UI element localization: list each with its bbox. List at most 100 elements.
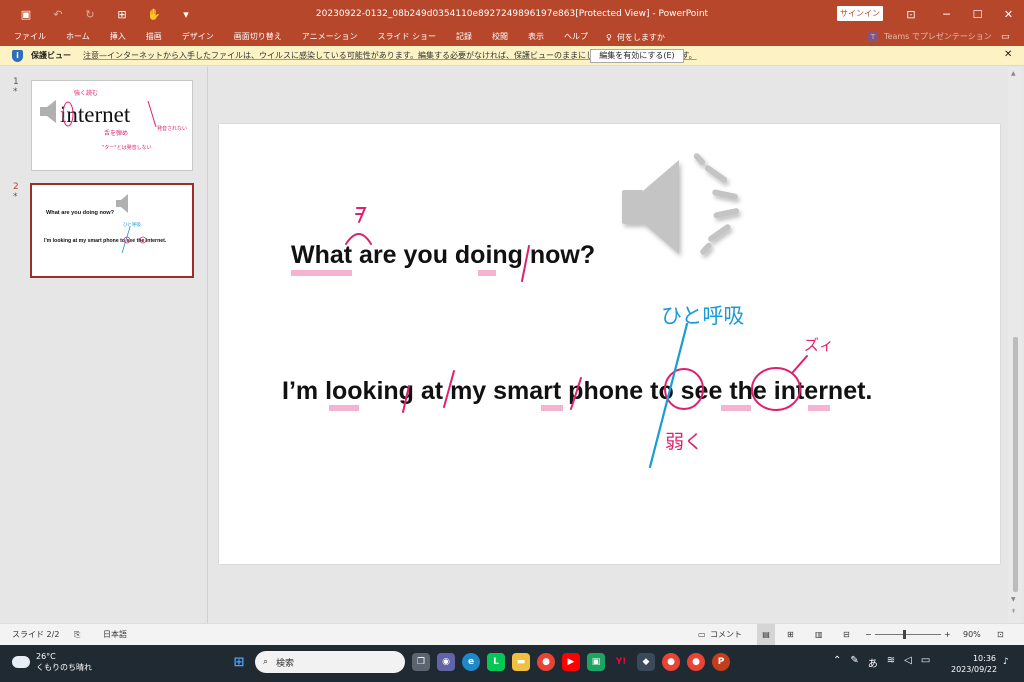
customize-qat-icon[interactable]: ▾ bbox=[170, 0, 202, 28]
clock[interactable]: 10:36 2023/09/22 bbox=[951, 653, 997, 675]
wifi-icon[interactable]: ≋ bbox=[887, 655, 895, 670]
tell-me-label: 何をしますか bbox=[616, 32, 665, 42]
thumbnail-2-line1: What are you doing now? bbox=[46, 210, 115, 216]
chevron-up-icon[interactable]: ⌃ bbox=[833, 655, 841, 670]
protected-view-title: 保護ビュー bbox=[31, 51, 71, 60]
reading-view-icon[interactable]: ▥ bbox=[815, 624, 823, 646]
thumbnail-2-line2: I'm looking at my smart phone to see the… bbox=[44, 238, 167, 244]
speaker-icon bbox=[116, 194, 128, 213]
normal-view-icon[interactable]: ▤ bbox=[757, 624, 775, 646]
search-box[interactable]: ⌕ 検索 bbox=[255, 651, 405, 673]
present-icon[interactable]: ⊞ bbox=[106, 0, 138, 28]
slide-sorter-icon[interactable]: ⊞ bbox=[787, 624, 794, 646]
tab-draw[interactable]: 描画 bbox=[136, 28, 172, 46]
thumbnail-1-note: 発音されない bbox=[157, 125, 187, 132]
line-icon[interactable]: L bbox=[487, 653, 505, 671]
weather-widget[interactable]: 26°C くもりのち晴れ bbox=[12, 651, 92, 673]
comments-icon[interactable]: ▭ bbox=[698, 624, 706, 646]
tab-review[interactable]: 校閲 bbox=[482, 28, 518, 46]
slide-thumbnail-2[interactable]: What are you doing now? I'm looking at m… bbox=[30, 183, 194, 278]
scrollbar-thumb[interactable] bbox=[1013, 337, 1018, 592]
zoom-out-button[interactable]: − bbox=[865, 624, 872, 646]
tab-home[interactable]: ホーム bbox=[56, 28, 100, 46]
previous-slide-icon[interactable]: ⇞ bbox=[1011, 608, 1016, 615]
thumbnail-1-note: "ター"とは発音しない bbox=[102, 144, 152, 151]
volume-icon[interactable]: ◁ bbox=[904, 655, 912, 670]
tab-file[interactable]: ファイル bbox=[0, 28, 56, 46]
vertical-scrollbar[interactable]: ▲ ▼ ⇞ bbox=[1008, 67, 1022, 623]
enable-editing-button[interactable]: 編集を有効にする(E) bbox=[590, 49, 684, 63]
scroll-down-icon[interactable]: ▼ bbox=[1011, 596, 1016, 603]
meet-icon[interactable]: ▣ bbox=[587, 653, 605, 671]
slide-editor: What are you doing now? I’m looking at m… bbox=[209, 67, 1008, 623]
signin-button[interactable]: サインイン bbox=[837, 6, 883, 21]
app-icon[interactable]: ◆ bbox=[637, 653, 655, 671]
notification-icon[interactable]: ♪ bbox=[1003, 657, 1009, 667]
tab-slideshow[interactable]: スライド ショー bbox=[367, 28, 446, 46]
thumbnail-star: * bbox=[13, 87, 18, 97]
tab-insert[interactable]: 挿入 bbox=[100, 28, 136, 46]
tab-help[interactable]: ヘルプ bbox=[554, 28, 598, 46]
tab-animations[interactable]: アニメーション bbox=[292, 28, 368, 46]
battery-icon[interactable]: ▭ bbox=[921, 655, 930, 670]
edge-icon[interactable]: e bbox=[462, 653, 480, 671]
maximize-button[interactable]: ☐ bbox=[962, 0, 993, 28]
annotation-zui: ズィ bbox=[804, 336, 834, 354]
fit-to-window-icon[interactable]: ⊡ bbox=[997, 624, 1004, 646]
thumbnail-2-drawing: What are you doing now? I'm looking at m… bbox=[44, 194, 167, 254]
redo-icon[interactable]: ↻ bbox=[74, 0, 106, 28]
thumbnail-1-word: internet bbox=[60, 102, 131, 127]
pen-icon[interactable]: ✎ bbox=[850, 655, 858, 670]
shield-icon: i bbox=[12, 49, 23, 62]
tell-me-search[interactable]: ♀ 何をしますか bbox=[598, 32, 665, 43]
save-icon[interactable]: ▣ bbox=[10, 0, 42, 28]
lightbulb-icon: ♀ bbox=[606, 32, 612, 42]
cloud-icon bbox=[12, 656, 30, 668]
slide-canvas[interactable]: What are you doing now? I’m looking at m… bbox=[219, 124, 1000, 564]
zoom-slider-knob[interactable] bbox=[903, 630, 906, 639]
tab-record[interactable]: 記録 bbox=[446, 28, 482, 46]
youtube-icon[interactable]: ▶ bbox=[562, 653, 580, 671]
accessibility-icon[interactable]: ⎘ bbox=[74, 624, 80, 646]
touch-mode-icon[interactable]: ✋ bbox=[138, 0, 170, 28]
tab-design[interactable]: デザイン bbox=[172, 28, 224, 46]
tab-view[interactable]: 表示 bbox=[518, 28, 554, 46]
language-indicator[interactable]: 日本語 bbox=[103, 624, 127, 646]
search-placeholder: 検索 bbox=[276, 658, 295, 669]
ribbon-tabs: ファイル ホーム 挿入 描画 デザイン 画面切り替え アニメーション スライド … bbox=[0, 28, 1024, 46]
scroll-up-icon[interactable]: ▲ bbox=[1011, 70, 1016, 77]
close-icon[interactable]: ✕ bbox=[1004, 49, 1012, 60]
comments-button[interactable]: コメント bbox=[710, 624, 742, 646]
title-bar: ▣ ↶ ↻ ⊞ ✋ ▾ 20230922-0132_08b249d0354110… bbox=[0, 0, 1024, 28]
zoom-slider[interactable] bbox=[875, 634, 941, 635]
slide-thumbnail-1[interactable]: internet 強く読む 発音されない 舌を弾め "ター"とは発音しない bbox=[31, 80, 193, 171]
slide-indicator: スライド 2/2 bbox=[12, 630, 60, 639]
file-explorer-icon[interactable]: ▬ bbox=[512, 653, 530, 671]
start-icon[interactable]: ⊞ bbox=[230, 653, 248, 671]
ime-indicator[interactable]: あ bbox=[868, 655, 878, 670]
thumbnail-number: 1 bbox=[13, 77, 19, 87]
chrome-profile-icon[interactable]: ● bbox=[662, 653, 680, 671]
chrome-profile-icon[interactable]: ● bbox=[687, 653, 705, 671]
chrome-icon[interactable]: ● bbox=[537, 653, 555, 671]
yahoo-icon[interactable]: Y! bbox=[612, 653, 630, 671]
tab-transitions[interactable]: 画面切り替え bbox=[224, 28, 292, 46]
thumbnail-1-note: 強く読む bbox=[74, 89, 98, 97]
undo-icon[interactable]: ↶ bbox=[42, 0, 74, 28]
powerpoint-icon[interactable]: P bbox=[712, 653, 730, 671]
zoom-in-button[interactable]: + bbox=[944, 624, 951, 646]
close-button[interactable]: ✕ bbox=[993, 0, 1024, 28]
ribbon-display-icon[interactable]: ⊡ bbox=[891, 0, 931, 28]
annotation-weak: 弱く bbox=[665, 431, 703, 453]
slideshow-icon[interactable]: ⊟ bbox=[843, 624, 850, 646]
teams-present-button[interactable]: T Teams でプレゼンテーション bbox=[868, 28, 992, 46]
minimize-button[interactable]: ─ bbox=[931, 0, 962, 28]
thumbnail-1-note: 舌を弾め bbox=[104, 129, 128, 137]
zoom-level[interactable]: 90% bbox=[963, 624, 981, 646]
teams-label: Teams でプレゼンテーション bbox=[884, 32, 992, 41]
taskbar: 26°C くもりのち晴れ ⊞ ⌕ 検索 ❐ ◉ e L ▬ ● ▶ ▣ Y! ◆… bbox=[0, 645, 1024, 682]
teams-chat-icon[interactable]: ◉ bbox=[437, 653, 455, 671]
task-view-icon[interactable]: ❐ bbox=[412, 653, 430, 671]
quick-access-toolbar: ▣ ↶ ↻ ⊞ ✋ ▾ bbox=[0, 0, 202, 28]
comment-icon[interactable]: ▭ bbox=[1001, 32, 1010, 42]
